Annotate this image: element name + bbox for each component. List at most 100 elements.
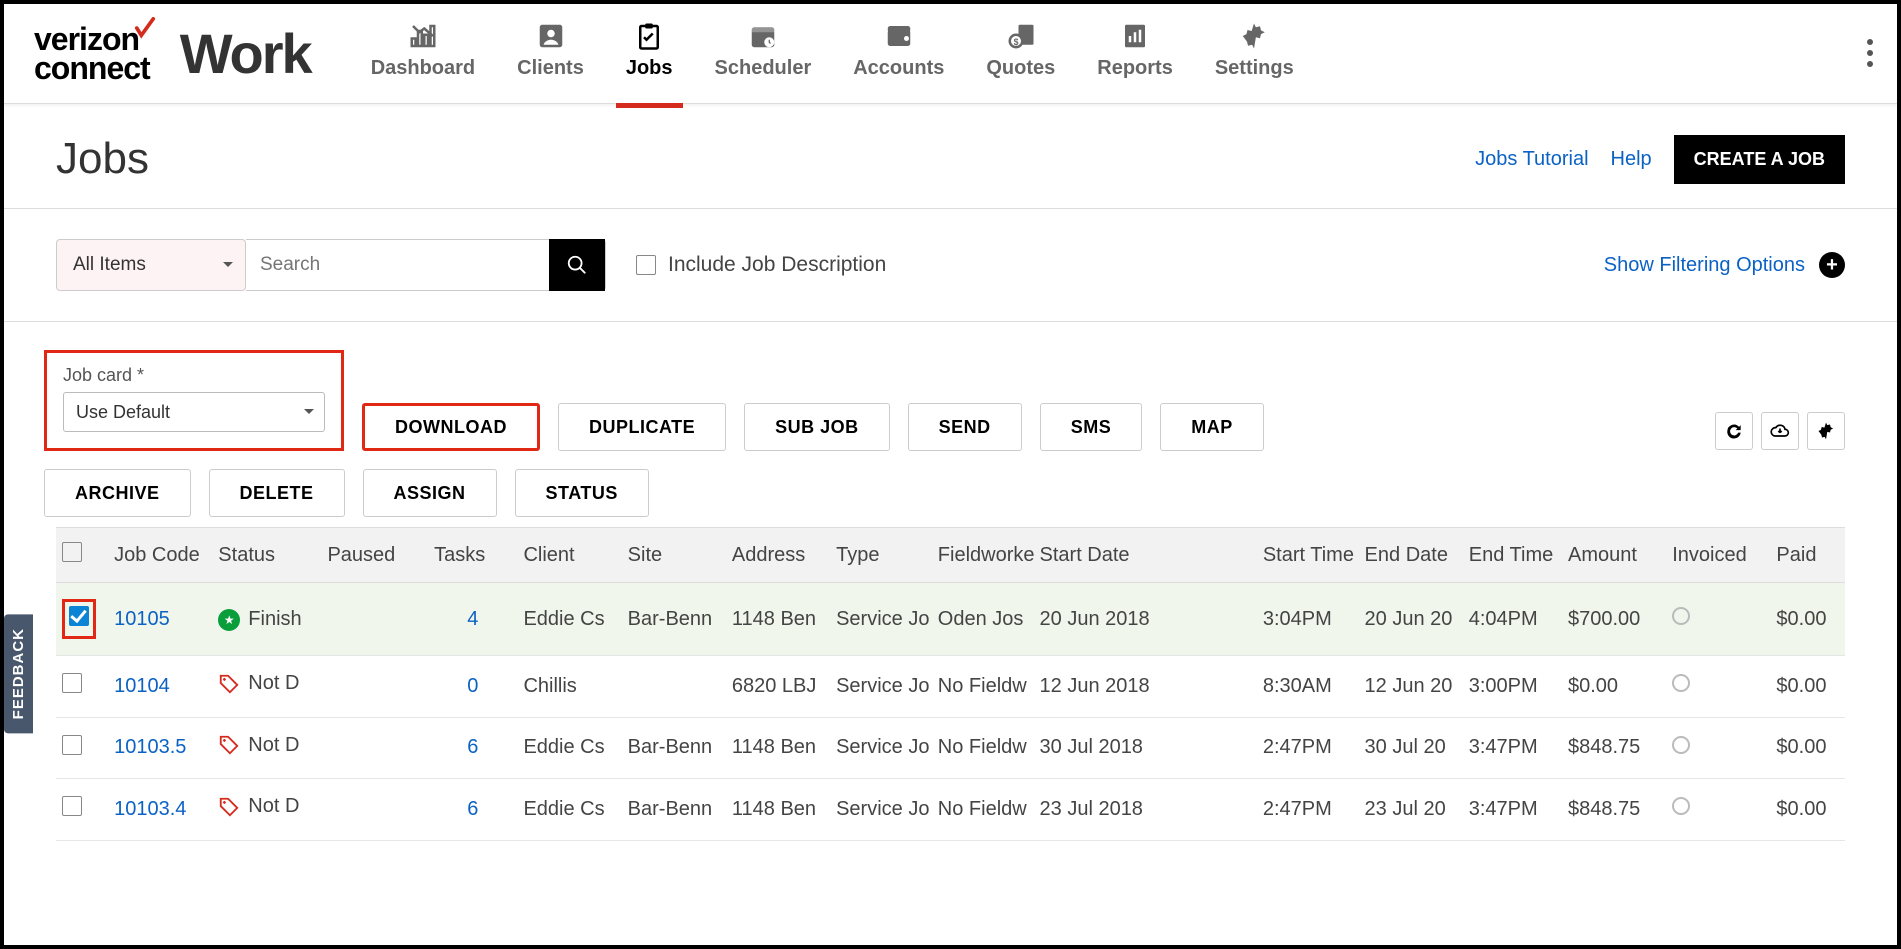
map-button[interactable]: MAP: [1160, 403, 1264, 451]
jobcard-value: Use Default: [76, 402, 170, 423]
col-address[interactable]: Address: [726, 528, 830, 583]
more-menu-icon[interactable]: [1867, 34, 1873, 72]
invoiced-radio[interactable]: [1672, 674, 1690, 692]
show-filtering-options-link[interactable]: Show Filtering Options: [1604, 254, 1805, 277]
search-button[interactable]: [549, 239, 605, 291]
scope-select[interactable]: All Items: [56, 239, 246, 291]
help-link[interactable]: Help: [1611, 148, 1652, 171]
nav-scheduler[interactable]: Scheduler: [715, 21, 812, 86]
search-input[interactable]: [246, 254, 549, 276]
nav-accounts[interactable]: Accounts: [853, 21, 944, 86]
col-client[interactable]: Client: [517, 528, 621, 583]
star-badge-icon: [218, 609, 240, 631]
job-code-link[interactable]: 10104: [114, 675, 170, 697]
cell-paused: [321, 656, 428, 718]
jobcard-select[interactable]: Use Default: [63, 392, 325, 432]
send-button[interactable]: SEND: [908, 403, 1022, 451]
cell-paused: [321, 779, 428, 841]
col-fieldworker[interactable]: Fieldworker: [932, 528, 1034, 583]
jobs-table: Job Code Status Paused Tasks Client Site…: [56, 527, 1845, 841]
col-jobcode[interactable]: Job Code: [108, 528, 212, 583]
nav-dashboard[interactable]: Dashboard: [371, 21, 475, 86]
assign-button[interactable]: ASSIGN: [363, 469, 497, 517]
cell-site: Bar-Benn: [622, 583, 726, 656]
row-checkbox[interactable]: [62, 796, 82, 816]
cell-type: Service Jo: [830, 717, 932, 779]
tasks-link[interactable]: 0: [467, 675, 478, 697]
refresh-icon[interactable]: [1715, 412, 1753, 450]
nav-reports[interactable]: Reports: [1097, 21, 1173, 86]
cell-address: 1148 Ben: [726, 779, 830, 841]
actions-row-1: Job card * Use Default DOWNLOAD DUPLICAT…: [44, 350, 1857, 451]
cell-fieldworker: No Fieldw: [932, 779, 1034, 841]
job-code-link[interactable]: 10103.5: [114, 736, 186, 758]
row-checkbox[interactable]: [62, 735, 82, 755]
col-checkbox[interactable]: [56, 528, 108, 583]
row-checkbox[interactable]: [62, 673, 82, 693]
col-endtime[interactable]: End Time: [1463, 528, 1562, 583]
table-row[interactable]: 10104Not D0Chillis6820 LBJService JoNo F…: [56, 656, 1845, 718]
nav-clients[interactable]: Clients: [517, 21, 584, 86]
col-type[interactable]: Type: [830, 528, 932, 583]
tasks-link[interactable]: 6: [467, 798, 478, 820]
search-wrap: [246, 239, 606, 291]
cell-client: Eddie Cs: [517, 583, 621, 656]
col-enddate[interactable]: End Date: [1359, 528, 1463, 583]
delete-button[interactable]: DELETE: [209, 469, 345, 517]
job-code-link[interactable]: 10103.4: [114, 798, 186, 820]
row-checkbox[interactable]: [69, 606, 89, 626]
table-row[interactable]: 10103.5Not D6Eddie CsBar-Benn1148 BenSer…: [56, 717, 1845, 779]
sms-button[interactable]: SMS: [1040, 403, 1143, 451]
page-header: Jobs Jobs Tutorial Help CREATE A JOB: [4, 104, 1897, 208]
jobs-tutorial-link[interactable]: Jobs Tutorial: [1475, 148, 1588, 171]
col-site[interactable]: Site: [622, 528, 726, 583]
col-startdate[interactable]: Start Date: [1034, 528, 1257, 583]
nav-quotes[interactable]: $ Quotes: [986, 21, 1055, 86]
tasks-link[interactable]: 4: [467, 608, 478, 630]
cell-startdate: 30 Jul 2018: [1034, 717, 1257, 779]
tasks-link[interactable]: 6: [467, 736, 478, 758]
svg-text:$: $: [1013, 37, 1018, 47]
nav-jobs[interactable]: Jobs: [626, 21, 673, 86]
download-button[interactable]: DOWNLOAD: [362, 403, 540, 451]
table-tool-icons: [1715, 412, 1845, 450]
feedback-tab[interactable]: FEEDBACK: [4, 614, 33, 733]
include-desc-checkbox[interactable]: [636, 255, 656, 275]
cell-endtime: 3:47PM: [1463, 779, 1562, 841]
quotes-icon: $: [1004, 21, 1038, 51]
cloud-download-icon[interactable]: [1761, 412, 1799, 450]
cell-site: [622, 656, 726, 718]
add-filter-icon[interactable]: +: [1819, 252, 1845, 278]
col-invoiced[interactable]: Invoiced: [1666, 528, 1770, 583]
job-code-link[interactable]: 10105: [114, 608, 170, 630]
cell-enddate: 12 Jun 20: [1359, 656, 1463, 718]
col-starttime[interactable]: Start Time: [1257, 528, 1359, 583]
jobs-table-wrap: Job Code Status Paused Tasks Client Site…: [4, 527, 1897, 841]
col-amount[interactable]: Amount: [1562, 528, 1666, 583]
invoiced-radio[interactable]: [1672, 607, 1690, 625]
col-status[interactable]: Status: [212, 528, 321, 583]
cell-endtime: 3:00PM: [1463, 656, 1562, 718]
archive-button[interactable]: ARCHIVE: [44, 469, 191, 517]
brand-product: Work: [180, 21, 311, 86]
subjob-button[interactable]: SUB JOB: [744, 403, 890, 451]
col-paused[interactable]: Paused: [321, 528, 428, 583]
col-paid[interactable]: Paid: [1770, 528, 1845, 583]
jobcard-box: Job card * Use Default: [44, 350, 344, 451]
create-job-button[interactable]: CREATE A JOB: [1674, 135, 1845, 184]
cell-fieldworker: No Fieldw: [932, 717, 1034, 779]
status-button[interactable]: STATUS: [515, 469, 649, 517]
cell-paid: $0.00: [1770, 583, 1845, 656]
cell-paid: $0.00: [1770, 779, 1845, 841]
nav-label: Scheduler: [715, 57, 812, 79]
col-tasks[interactable]: Tasks: [428, 528, 517, 583]
invoiced-radio[interactable]: [1672, 797, 1690, 815]
invoiced-radio[interactable]: [1672, 736, 1690, 754]
table-row[interactable]: 10103.4Not D6Eddie CsBar-Benn1148 BenSer…: [56, 779, 1845, 841]
nav-label: Clients: [517, 57, 584, 79]
duplicate-button[interactable]: DUPLICATE: [558, 403, 726, 451]
nav-settings[interactable]: Settings: [1215, 21, 1294, 86]
table-row[interactable]: 10105Finish4Eddie CsBar-Benn1148 BenServ…: [56, 583, 1845, 656]
table-settings-icon[interactable]: [1807, 412, 1845, 450]
nav-items: Dashboard Clients Jobs Scheduler Account…: [371, 21, 1294, 86]
